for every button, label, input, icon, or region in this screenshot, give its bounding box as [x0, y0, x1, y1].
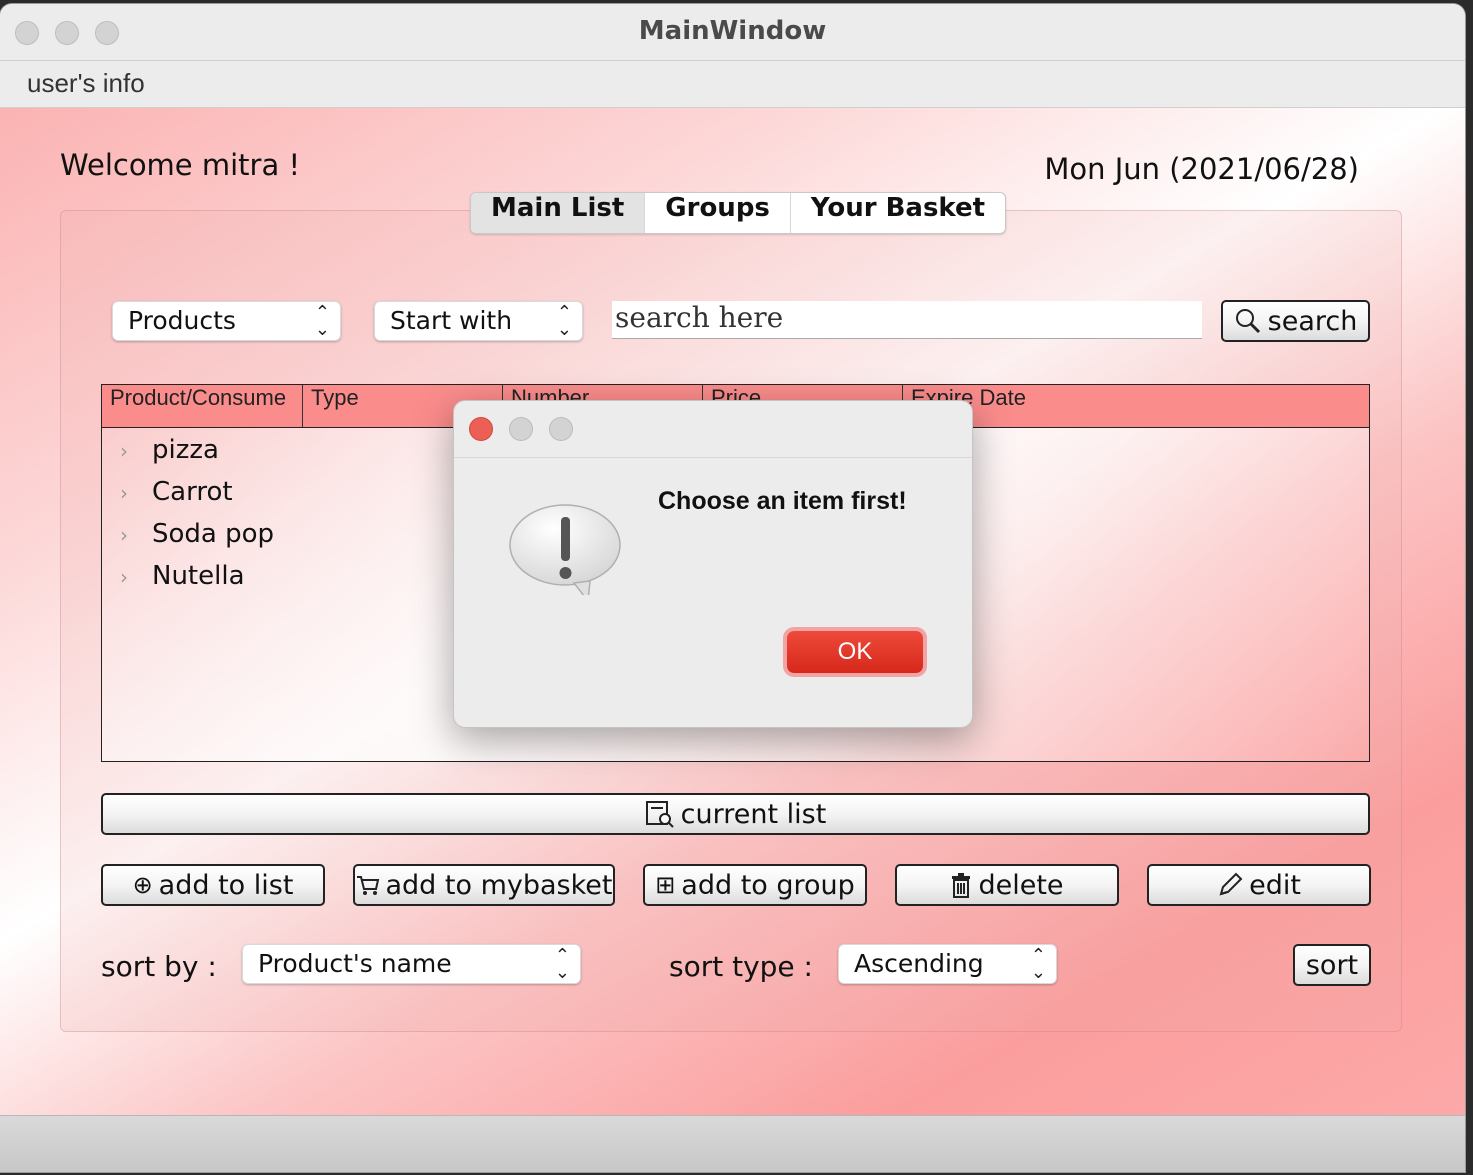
- add-to-list-button[interactable]: ⊕ add to list: [101, 864, 325, 906]
- dialog-zoom-button: [549, 417, 573, 441]
- category-select-value: Products: [128, 306, 236, 335]
- dialog-close-button[interactable]: [469, 417, 493, 441]
- add-to-basket-button[interactable]: add to mybasket: [353, 864, 615, 906]
- add-group-icon: ⊞: [655, 871, 676, 899]
- cart-icon: [356, 876, 379, 895]
- row-label: Carrot: [152, 477, 233, 507]
- dialog-title-bar: [454, 401, 972, 458]
- chevron-right-icon[interactable]: ›: [120, 523, 152, 547]
- sort-by-value: Product's name: [258, 949, 452, 978]
- search-input[interactable]: search here: [612, 301, 1202, 339]
- menu-bar: user's info: [0, 61, 1465, 108]
- search-icon: [1235, 309, 1260, 334]
- delete-label: delete: [978, 869, 1064, 901]
- sort-button[interactable]: sort: [1293, 944, 1371, 986]
- current-list-label: current list: [680, 798, 827, 830]
- add-to-list-label: add to list: [158, 869, 294, 901]
- add-to-group-label: add to group: [681, 869, 855, 901]
- search-button-label: search: [1267, 305, 1358, 337]
- tab-your-basket[interactable]: Your Basket: [791, 193, 1005, 233]
- sort-type-label: sort type :: [669, 950, 813, 983]
- current-list-button[interactable]: current list: [101, 793, 1370, 835]
- tab-main-list[interactable]: Main List: [471, 193, 646, 233]
- table-row[interactable]: › Soda pop: [120, 519, 274, 549]
- dialog-minimize-button: [509, 417, 533, 441]
- list-search-icon: [645, 801, 674, 828]
- menu-user-info[interactable]: user's info: [27, 68, 145, 99]
- tab-bar: Main List Groups Your Basket: [470, 192, 1007, 234]
- search-button[interactable]: search: [1221, 300, 1370, 342]
- chevron-updown-icon: ⌃ ⌄: [556, 302, 572, 340]
- chevron-updown-icon: ⌃ ⌄: [554, 945, 570, 983]
- title-bar: MainWindow: [0, 4, 1465, 61]
- ok-button[interactable]: OK: [787, 631, 923, 673]
- sort-type-value: Ascending: [854, 949, 984, 978]
- dialog-message: Choose an item first!: [658, 487, 907, 515]
- chevron-right-icon[interactable]: ›: [120, 565, 152, 589]
- column-header-product[interactable]: Product/Consume: [102, 385, 303, 427]
- window-title: MainWindow: [638, 16, 827, 46]
- warning-bubble-icon: [509, 504, 621, 595]
- table-row[interactable]: › Carrot: [120, 477, 233, 507]
- edit-label: edit: [1249, 869, 1301, 901]
- alert-dialog: Choose an item first! OK: [453, 400, 973, 728]
- tab-groups[interactable]: Groups: [645, 193, 791, 233]
- row-label: Soda pop: [152, 519, 275, 549]
- add-to-group-button[interactable]: ⊞ add to group: [643, 864, 867, 906]
- edit-button[interactable]: edit: [1147, 864, 1371, 906]
- sort-type-select[interactable]: Ascending ⌃ ⌄: [838, 944, 1057, 984]
- row-label: Nutella: [152, 561, 245, 591]
- status-bar: [0, 1115, 1465, 1172]
- delete-button[interactable]: delete: [895, 864, 1119, 906]
- chevron-updown-icon: ⌃ ⌄: [1030, 945, 1046, 983]
- chevron-right-icon[interactable]: ›: [120, 439, 152, 463]
- plus-circle-icon: ⊕: [132, 871, 153, 899]
- sort-by-select[interactable]: Product's name ⌃ ⌄: [242, 944, 581, 984]
- trash-icon: [952, 873, 971, 898]
- chevron-updown-icon: ⌃ ⌄: [314, 302, 330, 340]
- match-select[interactable]: Start with ⌃ ⌄: [374, 301, 583, 341]
- table-row[interactable]: › Nutella: [120, 561, 245, 591]
- welcome-text: Welcome mitra !: [60, 148, 301, 182]
- table-row[interactable]: › pizza: [120, 435, 219, 465]
- sort-by-label: sort by :: [101, 950, 217, 983]
- category-select[interactable]: Products ⌃ ⌄: [112, 301, 341, 341]
- date-text: Mon Jun (2021/06/28): [1044, 152, 1359, 186]
- match-select-value: Start with: [390, 306, 513, 335]
- chevron-right-icon[interactable]: ›: [120, 481, 152, 505]
- row-label: pizza: [152, 435, 219, 465]
- pencil-icon: [1219, 872, 1243, 896]
- add-to-basket-label: add to mybasket: [385, 869, 613, 901]
